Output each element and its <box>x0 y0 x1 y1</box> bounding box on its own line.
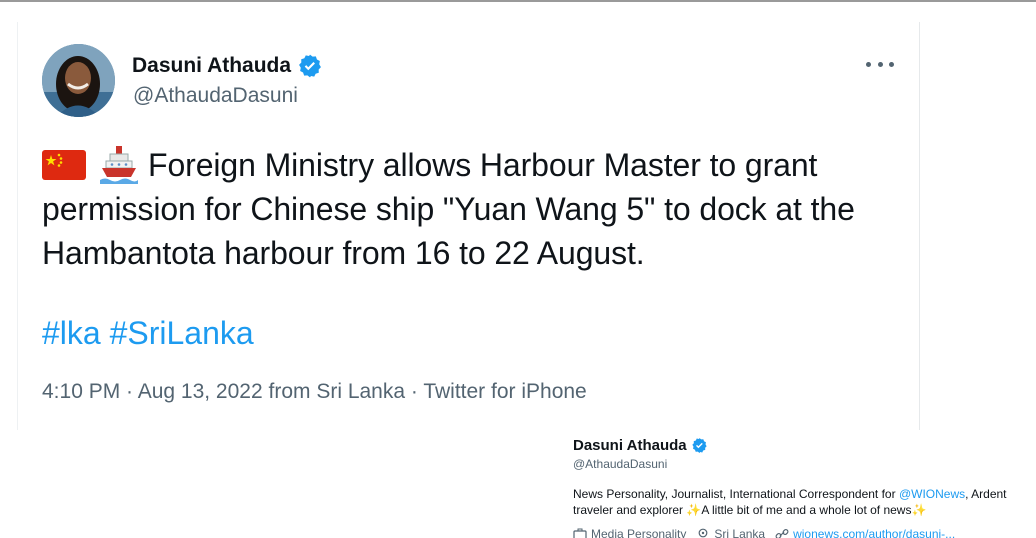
tweet-card: Dasuni Athauda @AthaudaDasuni Foreign Mi… <box>17 22 920 430</box>
verified-badge-icon <box>299 54 322 78</box>
profile-handle[interactable]: @AthaudaDasuni <box>573 457 667 471</box>
profile-hover-card: Dasuni Athauda @AthaudaDasuni News Perso… <box>560 432 1036 538</box>
profile-category: Media Personality <box>591 527 687 538</box>
bio-text-3: A little bit of me and a whole lot of ne… <box>701 503 912 517</box>
tweet-text: Foreign Ministry allows Harbour Master t… <box>42 143 902 275</box>
profile-name[interactable]: Dasuni Athauda <box>573 437 708 454</box>
author-name[interactable]: Dasuni Athauda <box>132 53 323 79</box>
author-handle[interactable]: @AthaudaDasuni <box>133 84 298 108</box>
tweet-body: Foreign Ministry allows Harbour Master t… <box>42 147 855 271</box>
top-divider <box>0 0 1036 2</box>
bio-text-1: News Personality, Journalist, Internatio… <box>573 487 899 501</box>
author-name-text[interactable]: Dasuni Athauda <box>132 54 291 78</box>
location-pin-icon <box>698 528 708 538</box>
profile-website-link[interactable]: wionews.com/author/dasuni-... <box>793 527 955 538</box>
profile-location: Sri Lanka <box>714 527 766 538</box>
profile-meta: Media Personality Sri Lanka wionews.com/… <box>573 527 965 538</box>
avatar[interactable] <box>42 44 115 117</box>
more-options-icon[interactable] <box>866 54 894 74</box>
hashtags: #lka #SriLanka <box>42 311 254 355</box>
sparkles-icon: ✨ <box>686 503 702 517</box>
profile-name-text[interactable]: Dasuni Athauda <box>573 437 687 454</box>
briefcase-icon <box>573 528 587 538</box>
china-flag-icon <box>42 150 86 180</box>
hashtag-lka[interactable]: #lka <box>42 315 101 351</box>
verified-badge-icon <box>691 438 707 453</box>
bio-mention-wionews[interactable]: @WIONews <box>899 487 965 501</box>
sparkles-icon: ✨ <box>911 503 927 517</box>
link-icon <box>775 529 789 538</box>
profile-bio: News Personality, Journalist, Internatio… <box>573 486 1033 518</box>
hashtag-srilanka[interactable]: #SriLanka <box>110 315 254 351</box>
tweet-meta[interactable]: 4:10 PM · Aug 13, 2022 from Sri Lanka · … <box>42 380 587 404</box>
ship-icon <box>100 146 138 184</box>
